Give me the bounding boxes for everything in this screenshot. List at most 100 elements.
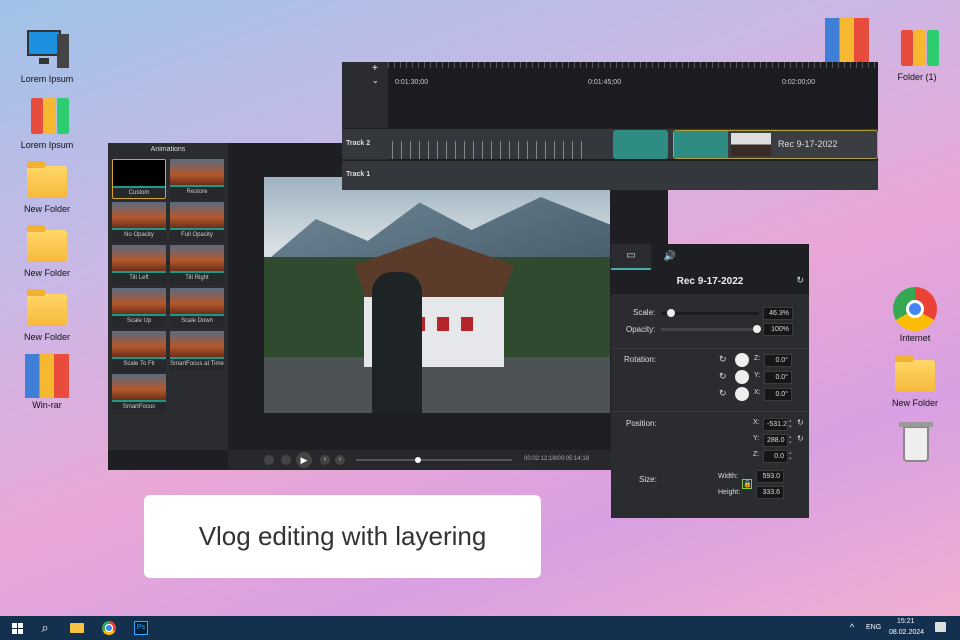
rotation-field[interactable]: 0.0°: [764, 388, 792, 401]
clip-title: Rec 9-17-2022: [676, 276, 744, 287]
binders-icon: [895, 26, 939, 70]
animation-preset[interactable]: No Opacity: [112, 202, 166, 242]
stepper[interactable]: ▴ ▾: [789, 450, 792, 462]
editor-window: Animations Custom Restore No Opacity Full O…: [108, 143, 668, 470]
recycle-bin[interactable]: [880, 420, 950, 466]
reset-icon[interactable]: ↻: [797, 418, 804, 427]
prev-button[interactable]: ‹: [320, 455, 330, 465]
animation-preset[interactable]: Tilt Left: [112, 245, 166, 285]
time-ruler: 0:01:30;00 0:01:45;00 0:02:00;00: [388, 62, 878, 90]
icon-label: New Folder: [891, 398, 938, 408]
language-indicator[interactable]: ENG: [866, 624, 881, 631]
next-button[interactable]: ›: [335, 455, 345, 465]
desktop-icon-internet[interactable]: Internet: [880, 287, 950, 343]
animation-preset[interactable]: Full Opacity: [170, 202, 224, 242]
animation-preset[interactable]: Restore: [170, 159, 224, 199]
photoshop-icon[interactable]: Ps: [126, 616, 156, 640]
rotation-field[interactable]: 0.0°: [764, 371, 792, 384]
rotation-dial[interactable]: [735, 387, 749, 401]
desktop-icon-computer[interactable]: Lorem Ipsum: [12, 28, 82, 84]
desktop-icon-folder[interactable]: New Folder: [880, 352, 950, 408]
rotation-dial[interactable]: [735, 370, 749, 384]
notification-icon[interactable]: [935, 622, 946, 632]
timeline-window: + ⌄ 0:01:30;00 0:01:45;00 0:02:00;00 Tra…: [342, 62, 878, 190]
animation-preset[interactable]: Tilt Right: [170, 245, 224, 285]
desktop-icon-folder[interactable]: New Folder: [12, 286, 82, 342]
desktop-icon-folder[interactable]: New Folder: [12, 222, 82, 278]
animation-preset[interactable]: SmartFocus: [112, 374, 166, 414]
desktop-icon-winrar[interactable]: Win-rar: [12, 354, 82, 410]
folder-icon: [25, 286, 69, 330]
zoom-in-button[interactable]: +: [372, 63, 378, 74]
rotation-dial[interactable]: [735, 353, 749, 367]
preset-thumbnail: [112, 331, 166, 359]
ps-label: Ps: [134, 621, 148, 635]
scale-slider[interactable]: [661, 309, 759, 317]
preset-thumbnail: [112, 374, 166, 402]
preset-label: Scale To Fit: [123, 361, 155, 367]
preset-label: SmartFocus at Time: [170, 361, 224, 367]
animation-preset[interactable]: Scale Up: [112, 288, 166, 328]
width-field[interactable]: 593.0: [756, 470, 784, 483]
animation-preset[interactable]: SmartFocus at Time: [170, 331, 224, 371]
tab-audio-icon[interactable]: 🔊: [651, 244, 689, 270]
lock-icon[interactable]: 🔒: [742, 479, 752, 489]
scale-field[interactable]: 46.3%: [763, 307, 793, 320]
track-label: Track 1: [346, 171, 371, 178]
desktop-icon-binders[interactable]: Lorem Ipsum: [12, 94, 82, 150]
play-button[interactable]: ▶: [296, 452, 312, 468]
position-field[interactable]: 288.0: [763, 434, 788, 447]
chrome-taskbar-icon[interactable]: [94, 616, 124, 640]
reset-icon[interactable]: ↻: [797, 434, 804, 443]
file-explorer-icon[interactable]: [62, 616, 92, 640]
step-forward-button[interactable]: [281, 455, 291, 465]
rotate-icon: ↻: [719, 388, 727, 398]
tray-chevron-icon[interactable]: ^: [850, 622, 854, 632]
preset-label: Scale Down: [180, 318, 213, 324]
icon-label: New Folder: [23, 204, 70, 214]
stepper[interactable]: ▴ ▾: [789, 434, 792, 446]
animation-preset[interactable]: Scale To Fit: [112, 331, 166, 371]
desktop-icon-folder-1[interactable]: Folder (1): [882, 26, 952, 82]
animation-preset[interactable]: Custom: [112, 159, 166, 199]
rotation-field[interactable]: 0.0°: [764, 354, 792, 367]
height-field[interactable]: 333.6: [756, 486, 784, 499]
opacity-field[interactable]: 100%: [763, 323, 793, 336]
stepper[interactable]: ▴ ▾: [789, 418, 792, 430]
computer-icon: [25, 28, 69, 72]
tab-visual-icon[interactable]: ▭: [611, 244, 651, 270]
preset-thumbnail: [170, 245, 224, 273]
animation-preset[interactable]: Scale Down: [170, 288, 224, 328]
clip-label: Rec 9-17-2022: [778, 139, 838, 149]
chevron-down-icon[interactable]: ⌄: [372, 76, 379, 85]
start-button[interactable]: [2, 616, 32, 640]
clock-date[interactable]: 08.02.2024: [889, 629, 924, 636]
folder-icon: [25, 222, 69, 266]
axis-label: X:: [753, 419, 760, 426]
opacity-label: Opacity:: [626, 325, 656, 334]
scrubber-handle[interactable]: [415, 457, 422, 463]
search-icon[interactable]: ⌕: [30, 616, 60, 640]
icon-label: Folder (1): [897, 72, 937, 82]
reset-icon[interactable]: ↻: [796, 275, 804, 286]
preset-thumbnail: [112, 202, 166, 230]
zoom-controls: + ⌄: [342, 62, 388, 90]
clock-time[interactable]: 15:21: [897, 618, 915, 625]
step-back-button[interactable]: [264, 455, 274, 465]
preset-label: Full Opacity: [181, 232, 213, 238]
clip-transition[interactable]: [613, 130, 668, 159]
trash-icon: [893, 420, 937, 464]
position-field[interactable]: 0.0: [763, 450, 788, 463]
desktop-icon-winrar[interactable]: [812, 18, 882, 64]
folder-icon: [893, 352, 937, 396]
axis-label: Z:: [754, 355, 761, 362]
rotate-icon: ↻: [719, 371, 727, 381]
track-1: Track 1: [342, 160, 878, 190]
position-field[interactable]: -531.2: [763, 418, 788, 431]
opacity-slider[interactable]: [661, 325, 761, 333]
caption-text: Vlog editing with layering: [198, 521, 487, 551]
scrubber[interactable]: [356, 457, 512, 463]
clip-rec[interactable]: Rec 9-17-2022: [673, 130, 878, 159]
folder-icon: [25, 158, 69, 202]
desktop-icon-folder[interactable]: New Folder: [12, 158, 82, 214]
